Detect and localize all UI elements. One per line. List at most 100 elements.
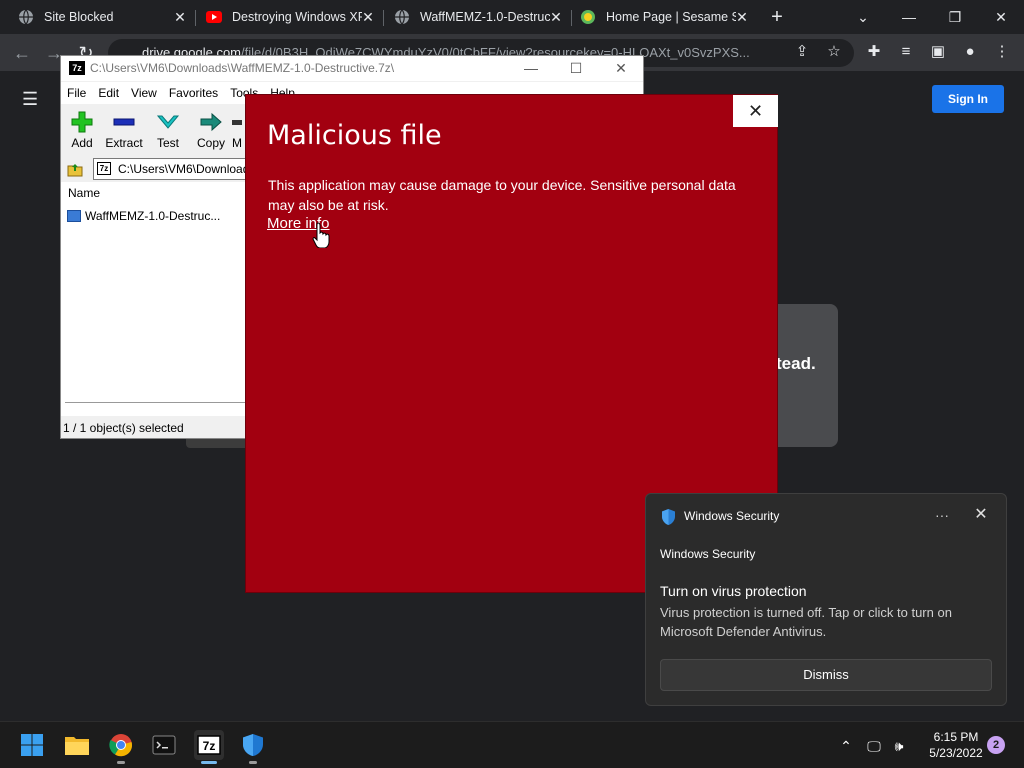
taskbar-file-explorer[interactable] [62,730,92,760]
tab-destroying-windows[interactable]: Destroying Windows XP ✕ [206,0,382,34]
add-label: Add [71,136,93,150]
tab-separator [383,10,384,26]
7zip-icon: 7z [197,735,221,755]
clock-date[interactable]: 5/23/2022 [922,746,990,760]
move-button[interactable]: M [227,108,247,154]
windows-security-icon [243,734,263,756]
share-icon[interactable]: ⇪ [792,42,812,62]
menu-edit[interactable]: Edit [92,82,125,104]
start-icon [21,734,43,756]
column-header-name[interactable]: Name [68,186,100,200]
extensions-icon[interactable]: ✚ [864,42,884,62]
back-arrow-icon[interactable]: ← [10,41,34,65]
tab-close-icon[interactable]: ✕ [172,9,188,25]
sesame-icon [580,9,596,25]
tab-site-blocked[interactable]: Site Blocked ✕ [18,0,194,34]
7zip-close-button[interactable]: ✕ [606,58,636,78]
taskbar: 7z ⌃ 🖵 🕪 6:15 PM 5/23/2022 2 [0,721,1024,768]
file-row[interactable]: WaffMEMZ-1.0-Destruc... [67,209,220,223]
menu-file[interactable]: File [61,82,92,104]
extract-button[interactable]: Extract [103,108,145,154]
menu-view[interactable]: View [125,82,163,104]
desktop-screen: Site Blocked ✕ Destroying Windows XP ✕ W… [0,0,1024,768]
dialog-close-button[interactable]: ✕ [733,95,778,127]
minimize-button[interactable]: — [886,0,932,34]
7zip-titlebar[interactable]: 7z C:\Users\VM6\Downloads\WaffMEMZ-1.0-D… [61,56,643,81]
minus-icon [113,118,135,126]
notification-count-badge[interactable]: 2 [987,736,1005,754]
terminal-icon [152,735,176,755]
add-button[interactable]: Add [61,108,103,154]
running-indicator [249,761,257,764]
taskbar-windows-security[interactable] [238,730,268,764]
svg-text:7z: 7z [203,739,216,753]
media-controls-icon[interactable]: ≡ [896,42,916,62]
tab-separator [195,10,196,26]
move-label: M [232,136,242,150]
file-name: WaffMEMZ-1.0-Destruc... [85,209,221,223]
toast-subtitle: Windows Security [660,547,756,561]
7zip-logo-icon: 7z [69,61,85,75]
side-panel-icon[interactable]: ▣ [928,42,948,62]
clock-time[interactable]: 6:15 PM [922,730,990,744]
running-indicator [117,761,125,764]
restore-button[interactable]: ❐ [932,0,978,34]
file-icon [67,210,81,222]
test-label: Test [156,136,179,150]
path-text: C:\Users\VM6\Downloads\WaffMEMZ-1.0-Dest… [118,162,252,176]
shield-icon [662,509,675,525]
more-menu-icon[interactable]: ⋮ [992,42,1012,62]
dialog-title: Malicious file [267,120,442,151]
bookmark-star-icon[interactable]: ☆ [824,42,844,62]
new-tab-button[interactable]: + [765,5,789,29]
plus-icon [71,111,93,133]
dialog-message: This application may cause damage to you… [268,177,736,213]
path-field[interactable]: 7z C:\Users\VM6\Downloads\WaffMEMZ-1.0-D… [93,158,253,180]
toast-message: Virus protection is turned off. Tap or c… [660,605,952,639]
tab-close-icon[interactable]: ✕ [360,9,376,25]
close-browser-button[interactable]: ✕ [978,0,1024,34]
youtube-icon [206,9,222,25]
start-button[interactable] [17,730,47,760]
profile-icon[interactable]: ● [960,42,980,62]
taskbar-terminal[interactable] [149,730,179,760]
show-hidden-icons-icon[interactable]: ⌃ [836,736,856,756]
tab-search-icon[interactable]: ⌄ [840,0,886,34]
toast-close-icon[interactable]: ✕ [971,505,991,525]
browser-tab-strip: Site Blocked ✕ Destroying Windows XP ✕ W… [0,0,1024,34]
hand-pointer-icon [312,222,330,248]
toast-app-name: Windows Security [684,509,780,523]
taskbar-7zip[interactable]: 7z [194,730,224,764]
horizontal-scrollbar[interactable] [65,402,245,408]
tab-waffmemz[interactable]: WaffMEMZ-1.0-Destructive ✕ [394,0,570,34]
tab-close-icon[interactable]: ✕ [734,9,750,25]
network-icon[interactable]: 🖵 [864,736,884,756]
toast-heading: Turn on virus protection [660,583,807,599]
volume-icon[interactable]: 🕪 [889,736,909,756]
tab-sesame-street[interactable]: Home Page | Sesame Street ✕ [580,0,756,34]
more-options-icon[interactable]: ··· [932,505,952,525]
globe-icon [394,9,410,25]
7zip-maximize-button[interactable]: ☐ [561,58,591,78]
globe-icon [18,9,34,25]
drive-list-icon[interactable]: ☰ [22,89,42,109]
sign-in-button[interactable]: Sign In [932,85,1004,113]
7zip-window-title: C:\Users\VM6\Downloads\WaffMEMZ-1.0-Dest… [90,61,395,75]
test-button[interactable]: Test [147,108,189,154]
windows-security-toast[interactable]: Windows Security ··· ✕ Windows Security … [645,493,1007,706]
tab-close-icon[interactable]: ✕ [548,9,564,25]
folder-up-icon[interactable] [66,160,84,178]
menu-favorites[interactable]: Favorites [163,82,224,104]
move-icon [232,120,242,125]
check-icon [156,115,180,129]
copy-label: Copy [196,136,225,150]
dismiss-button[interactable]: Dismiss [660,659,992,691]
extract-label: Extract [105,136,143,150]
active-indicator [201,761,217,764]
7zip-minimize-button[interactable]: — [516,58,546,78]
taskbar-chrome[interactable] [106,730,136,764]
preview-card-text: tead. [776,354,816,373]
arrow-right-icon [200,112,222,132]
7zip-small-icon: 7z [97,162,111,175]
copy-button[interactable]: Copy [190,108,232,154]
